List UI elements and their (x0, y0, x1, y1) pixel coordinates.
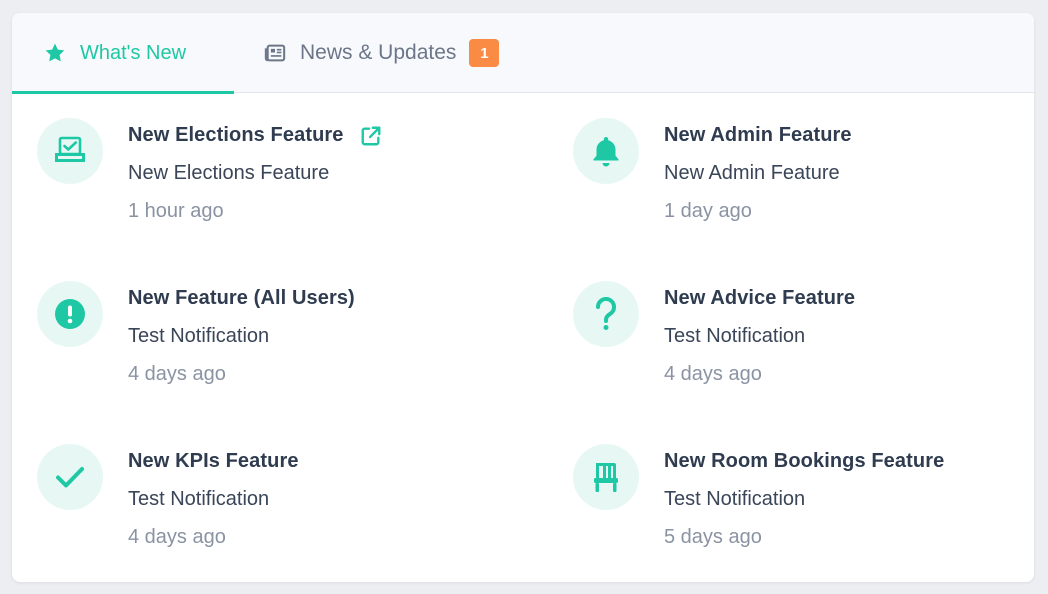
tab-whats-new[interactable]: What's New (12, 13, 234, 94)
unread-count-badge: 1 (469, 39, 500, 67)
notification-item[interactable]: New Feature (All Users) Test Notificatio… (37, 281, 497, 391)
notification-timestamp: 4 days ago (128, 526, 226, 548)
newspaper-icon (264, 42, 286, 64)
notification-description: New Admin Feature (664, 162, 840, 184)
checkmark-icon (37, 444, 103, 510)
notification-title-text: New Elections Feature (128, 124, 344, 146)
tab-whats-new-label: What's New (80, 41, 187, 64)
tab-news-updates[interactable]: News & Updates 1 (264, 13, 544, 93)
question-mark-icon (573, 281, 639, 347)
exclamation-circle-icon (37, 281, 103, 347)
notification-description: Test Notification (128, 488, 270, 510)
notification-description: Test Notification (128, 325, 270, 347)
notification-item[interactable]: New Room Bookings Feature Test Notificat… (573, 444, 1033, 554)
notification-timestamp: 5 days ago (664, 526, 762, 548)
whats-new-panel: What's New News & Updates 1 New Election… (12, 13, 1034, 582)
tab-news-updates-label: News & Updates (300, 41, 457, 64)
ballot-box-icon (37, 118, 103, 184)
notification-timestamp: 4 days ago (664, 363, 762, 385)
notification-timestamp: 1 hour ago (128, 200, 224, 222)
notification-item[interactable]: New Elections Feature New Elections Feat… (37, 118, 497, 228)
tab-bar: What's New News & Updates 1 (12, 13, 1034, 94)
notification-timestamp: 4 days ago (128, 363, 226, 385)
star-icon (44, 42, 66, 64)
notification-title: New Room Bookings Feature (664, 450, 945, 472)
notification-title: New KPIs Feature (128, 450, 299, 472)
external-link-icon[interactable] (360, 125, 382, 147)
notification-item[interactable]: New Advice Feature Test Notification 4 d… (573, 281, 1033, 391)
notification-description: New Elections Feature (128, 162, 330, 184)
chair-icon (573, 444, 639, 510)
notification-title: New Admin Feature (664, 124, 852, 146)
notification-item[interactable]: New KPIs Feature Test Notification 4 day… (37, 444, 497, 554)
notification-title: New Feature (All Users) (128, 287, 355, 309)
notification-item[interactable]: New Admin Feature New Admin Feature 1 da… (573, 118, 1033, 228)
notification-title: New Advice Feature (664, 287, 856, 309)
notification-description: Test Notification (664, 325, 806, 347)
notification-timestamp: 1 day ago (664, 200, 752, 222)
notification-title: New Elections Feature (128, 124, 382, 147)
bell-icon (573, 118, 639, 184)
notification-description: Test Notification (664, 488, 806, 510)
